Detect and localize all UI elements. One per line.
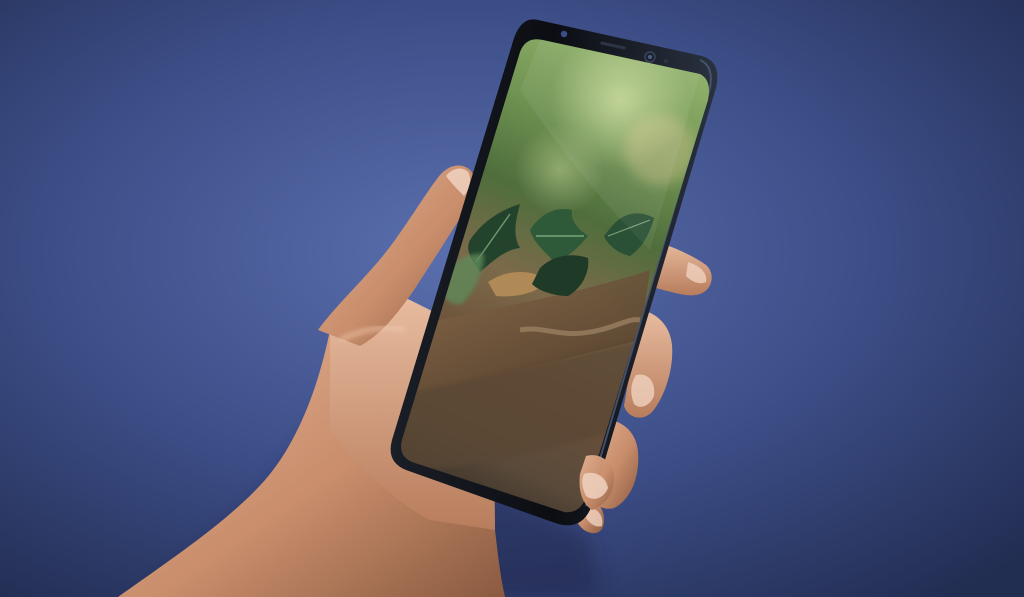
scene-svg — [0, 0, 1024, 597]
iris-sensor-icon — [560, 30, 568, 38]
photo-scene — [0, 0, 1024, 597]
